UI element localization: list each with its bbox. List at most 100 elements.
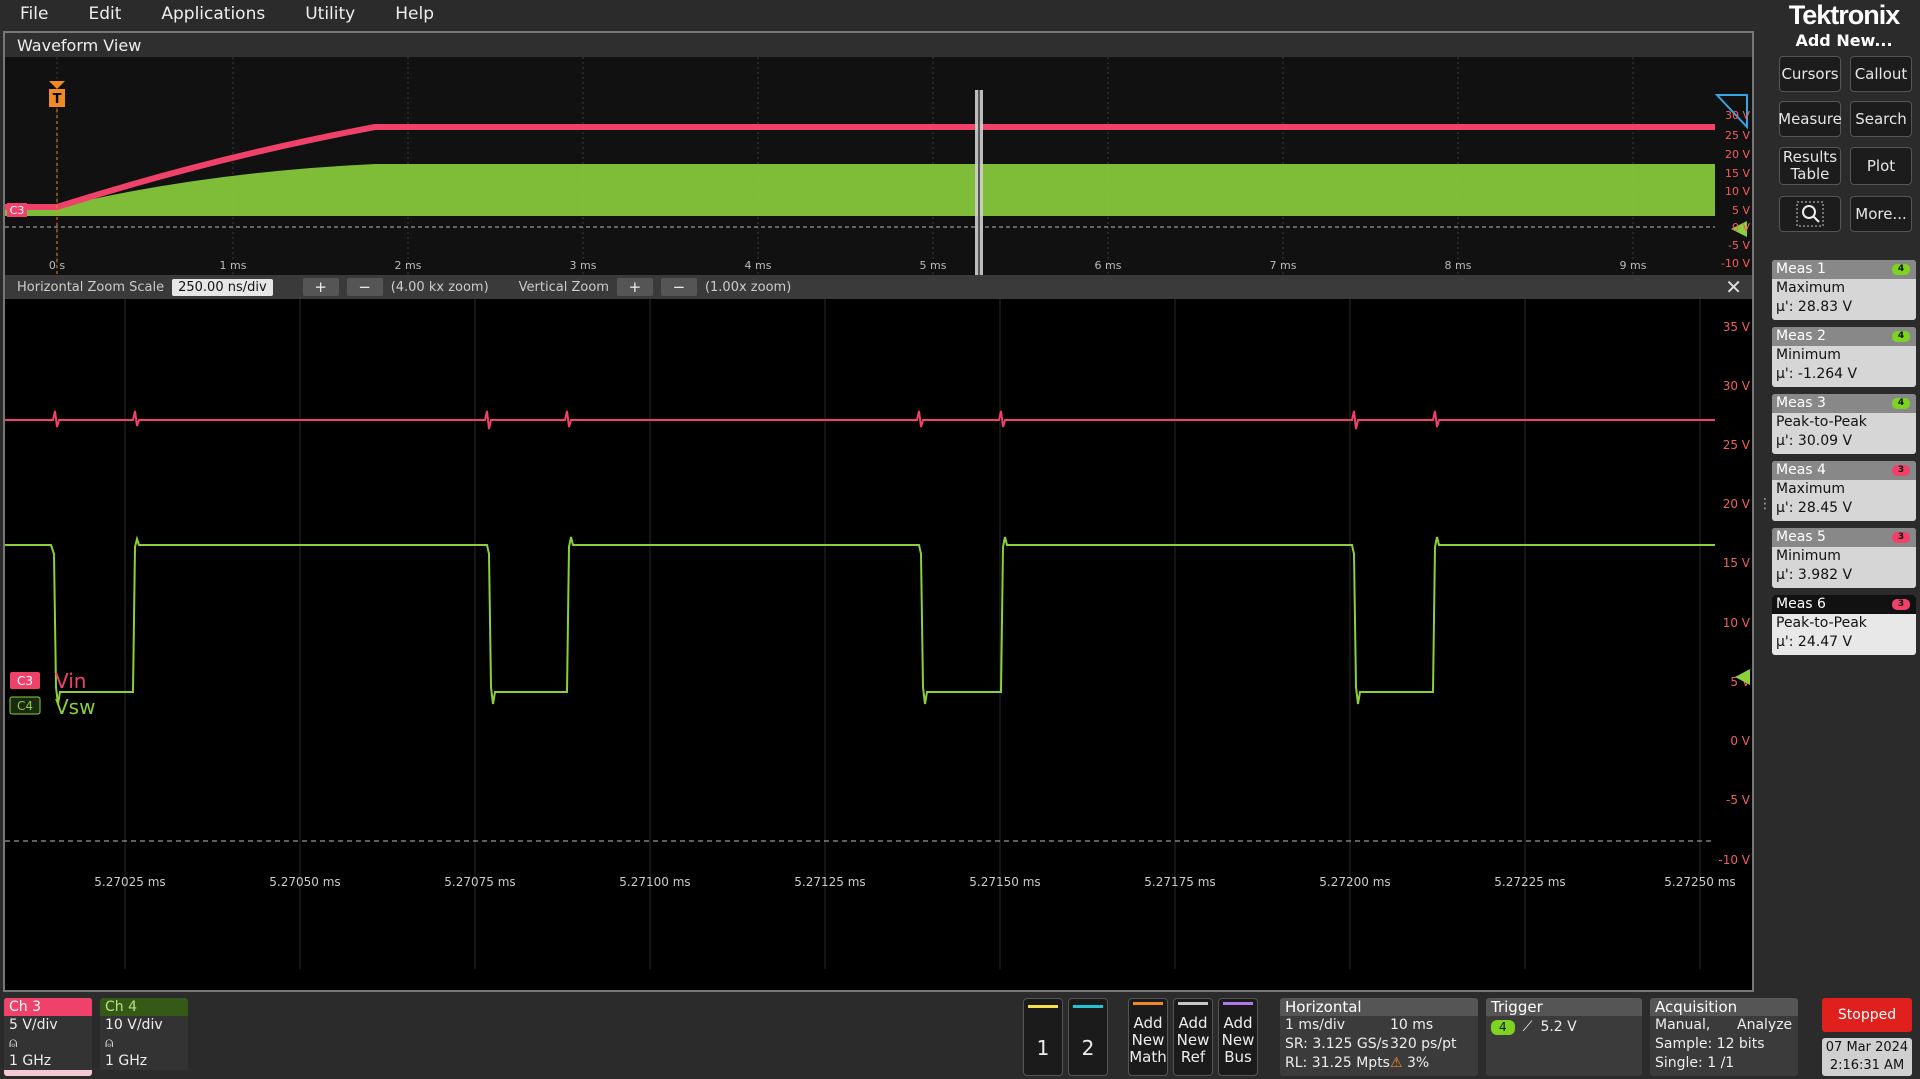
menu-utility[interactable]: Utility (285, 0, 375, 29)
horizontal-title: Horizontal (1280, 998, 1478, 1016)
date-text: 07 Mar 2024 (1825, 1040, 1909, 1055)
ch3-badge[interactable]: Ch 3 5 V/div ⍝ 1 GHz (4, 998, 92, 1076)
meas-3-name: Meas 3 (1776, 395, 1826, 411)
meas-1-type: Maximum (1776, 280, 1845, 296)
horizontal-badge[interactable]: Horizontal 1 ms/div 10 ms SR: 3.125 GS/s 3… (1280, 998, 1478, 1076)
menu-edit[interactable]: Edit (68, 0, 141, 29)
overview-plot[interactable]: T C3 30 V 25 V 20 V 15 V 10 V 5 V 0 V -5… (5, 57, 1752, 275)
svg-text:5 V: 5 V (1732, 204, 1750, 217)
svg-text:-10 V: -10 V (1721, 257, 1750, 270)
svg-text:5.27125 ms: 5.27125 ms (794, 875, 865, 889)
svg-text:20 V: 20 V (1725, 148, 1750, 161)
vsw-trace (5, 535, 1715, 705)
meas-1-badge[interactable]: Meas 1 4 Maximum µ': 28.83 V (1772, 260, 1916, 320)
overview-channel-tag-label: C3 (10, 204, 25, 217)
horizontal-zoom-out-button[interactable]: − (346, 278, 383, 296)
acquisition-analyze: Analyze (1737, 1017, 1793, 1033)
meas-3-channel: 4 (1892, 398, 1910, 409)
more-button[interactable]: More... (1850, 196, 1912, 232)
ch4-badge[interactable]: Ch 4 10 V/div ⍝ 1 GHz (100, 998, 188, 1076)
record-percent: 3% (1407, 1055, 1430, 1071)
cursors-button[interactable]: Cursors (1779, 56, 1841, 92)
acquisition-single: Single: 1 /1 (1655, 1055, 1735, 1071)
acquisition-mode: Manual, (1655, 1017, 1711, 1033)
close-zoom-icon[interactable]: ✕ (1725, 275, 1742, 299)
meas-1-channel: 4 (1892, 264, 1910, 275)
add-new-bus-button[interactable]: Add New Bus (1218, 998, 1258, 1076)
svg-text:5.27225 ms: 5.27225 ms (1494, 875, 1565, 889)
svg-text:-10 V: -10 V (1718, 853, 1750, 867)
zoomed-waveform-plot[interactable]: 35 V 30 V 25 V 20 V 15 V 10 V 5 V 0 V -5… (5, 299, 1752, 990)
acquisition-badge[interactable]: Acquisition Manual, Analyze Sample: 12 bi… (1650, 998, 1798, 1076)
channel-1-button[interactable]: 1 (1023, 998, 1063, 1076)
vertical-zoom-in-button[interactable]: + (616, 278, 653, 296)
svg-text:8 ms: 8 ms (1445, 259, 1472, 272)
svg-text:5.27100 ms: 5.27100 ms (619, 875, 690, 889)
channel-2-button[interactable]: 2 (1068, 998, 1108, 1076)
vsw-channel-tag-label: C4 (17, 699, 33, 713)
results-table-button[interactable]: Results Table (1779, 147, 1841, 185)
meas-4-channel: 3 (1892, 465, 1910, 476)
zoom-search-icon (1796, 201, 1824, 227)
meas-6-value: µ': 24.47 V (1776, 634, 1853, 650)
svg-text:5.27075 ms: 5.27075 ms (444, 875, 515, 889)
add-new-math-button[interactable]: Add New Math (1128, 998, 1168, 1076)
overview-svg: T C3 30 V 25 V 20 V 15 V 10 V 5 V 0 V -5… (5, 57, 1750, 275)
vin-trace (5, 410, 1715, 430)
add-new-ref-button[interactable]: Add New Ref (1173, 998, 1213, 1076)
svg-text:5.27050 ms: 5.27050 ms (269, 875, 340, 889)
search-button[interactable]: Search (1850, 101, 1912, 137)
meas-4-badge[interactable]: Meas 4 3 Maximum µ': 28.45 V (1772, 461, 1916, 521)
menu-file[interactable]: File (0, 0, 68, 29)
vertical-zoom-out-button[interactable]: − (660, 278, 697, 296)
ch4-title: Ch 4 (100, 998, 188, 1016)
meas-4-type: Maximum (1776, 481, 1845, 497)
svg-text:6 ms: 6 ms (1095, 259, 1122, 272)
svg-text:9 ms: 9 ms (1620, 259, 1647, 272)
overview-vsw-envelope (5, 164, 1715, 216)
svg-text:10 V: 10 V (1725, 185, 1750, 198)
meas-5-badge[interactable]: Meas 5 3 Minimum µ': 3.982 V (1772, 528, 1916, 588)
horizontal-zoom-scale-field[interactable]: 250.00 ns/div (172, 278, 273, 296)
horizontal-length: 10 ms (1390, 1017, 1434, 1033)
date-time-display: 07 Mar 2024 2:16:31 AM (1822, 1038, 1912, 1076)
horizontal-zoom-in-button[interactable]: + (302, 278, 339, 296)
add-new-label: Add New... (1795, 31, 1893, 50)
plot-button[interactable]: Plot (1850, 147, 1912, 185)
tektronix-logo: Tektronix (1788, 0, 1901, 30)
svg-text:3 ms: 3 ms (570, 259, 597, 272)
panel-resize-handle[interactable]: ⋮ (1758, 497, 1772, 524)
record-length: RL: 31.25 Mpts (1285, 1055, 1390, 1071)
svg-text:30 V: 30 V (1725, 109, 1750, 122)
meas-3-badge[interactable]: Meas 3 4 Peak-to-Peak µ': 30.09 V (1772, 394, 1916, 454)
run-stop-button[interactable]: Stopped (1822, 998, 1912, 1032)
svg-text:5.27150 ms: 5.27150 ms (969, 875, 1040, 889)
svg-text:10 V: 10 V (1723, 616, 1751, 630)
add-new-math-label: Add New Math (1129, 1014, 1167, 1066)
svg-text:4 ms: 4 ms (745, 259, 772, 272)
menu-applications[interactable]: Applications (141, 0, 285, 29)
menu-help[interactable]: Help (375, 0, 454, 29)
zoom-search-button[interactable] (1779, 196, 1841, 232)
horizontal-zoom-factor: (4.00 kx zoom) (390, 279, 489, 295)
vin-channel-name: Vin (55, 669, 86, 693)
svg-text:5 ms: 5 ms (920, 259, 947, 272)
menu-bar: File Edit Applications Utility Help (0, 0, 1768, 29)
callout-button[interactable]: Callout (1850, 56, 1912, 92)
meas-3-value: µ': 30.09 V (1776, 433, 1853, 449)
meas-2-name: Meas 2 (1776, 328, 1826, 344)
waveform-view-window: Waveform View T C3 30 V 25 V 20 V 15 V 1… (3, 31, 1754, 992)
horizontal-zoom-label: Horizontal Zoom Scale (17, 279, 165, 295)
main-time-labels: 5.27025 ms 5.27050 ms 5.27075 ms 5.27100… (94, 875, 1735, 889)
trigger-channel: 4 (1491, 1020, 1515, 1035)
main-plot-svg: 35 V 30 V 25 V 20 V 15 V 10 V 5 V 0 V -5… (5, 299, 1751, 969)
trigger-marker-label: T (53, 92, 62, 107)
acquisition-sample: Sample: 12 bits (1655, 1036, 1765, 1052)
meas-6-badge[interactable]: Meas 6 3 Peak-to-Peak µ': 24.47 V (1772, 595, 1916, 655)
svg-text:5.27175 ms: 5.27175 ms (1144, 875, 1215, 889)
svg-text:20 V: 20 V (1723, 497, 1751, 511)
measure-button[interactable]: Measure (1778, 101, 1842, 137)
svg-text:-5 V: -5 V (1726, 793, 1751, 807)
trigger-badge[interactable]: Trigger 4 ⟋ 5.2 V (1486, 998, 1642, 1076)
meas-2-badge[interactable]: Meas 2 4 Minimum µ': -1.264 V (1772, 327, 1916, 387)
